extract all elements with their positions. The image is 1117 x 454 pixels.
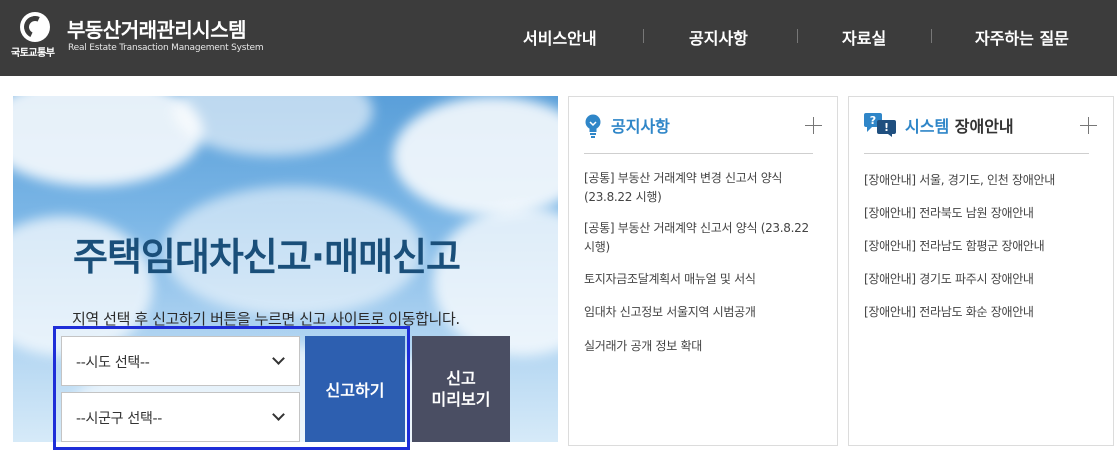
nav-divider bbox=[931, 29, 932, 43]
notice-panel: 공지사항 [공통] 부동산 거래계약 변경 신고서 양식 (23.8.22 시행… bbox=[568, 96, 838, 446]
ministry-name[interactable]: 국토교통부 bbox=[11, 44, 55, 59]
outage-item[interactable]: [장애안내] 서울, 경기도, 인천 장애안내 bbox=[864, 171, 1055, 188]
chevron-down-icon bbox=[272, 352, 285, 365]
panel-divider bbox=[864, 153, 1089, 154]
nav-archive[interactable]: 자료실 bbox=[842, 25, 886, 49]
nav-divider bbox=[797, 29, 798, 43]
cloud-decoration bbox=[393, 96, 558, 216]
outage-item[interactable]: [장애안내] 전라남도 함평군 장애안내 bbox=[864, 237, 1045, 254]
notice-panel-title: 공지사항 bbox=[611, 113, 670, 137]
system-subtitle: Real Estate Transaction Management Syste… bbox=[68, 43, 264, 53]
outage-item[interactable]: [장애안내] 전라남도 화순 장애안내 bbox=[864, 303, 1034, 320]
notice-more-plus-icon[interactable] bbox=[805, 117, 822, 134]
sido-select-value: --시도 선택-- bbox=[76, 355, 150, 371]
notice-item[interactable]: [공통] 부동산 거래계약 신고서 양식 (23.8.22 시행) bbox=[584, 219, 814, 257]
nav-service-guide[interactable]: 서비스안내 bbox=[523, 25, 597, 49]
svg-text:!: ! bbox=[884, 121, 889, 134]
notice-item[interactable]: 토지자금조달계획서 매뉴얼 및 서식 bbox=[584, 270, 814, 289]
nav-faq[interactable]: 자주하는 질문 bbox=[975, 25, 1069, 49]
system-title-rest[interactable]: 장애안내 bbox=[955, 117, 1014, 136]
chevron-down-icon bbox=[272, 408, 285, 421]
system-more-plus-icon[interactable] bbox=[1080, 117, 1097, 134]
notice-item[interactable]: 실거래가 공개 정보 확대 bbox=[584, 337, 814, 356]
notice-title-text[interactable]: 공지사항 bbox=[611, 117, 670, 136]
system-panel-title: 시스템 장애안내 bbox=[905, 113, 1014, 137]
ministry-emblem-icon[interactable] bbox=[20, 12, 50, 42]
nav-divider bbox=[643, 29, 644, 43]
chat-bubble-icon: ? ! bbox=[864, 113, 896, 137]
sido-select[interactable]: --시도 선택-- bbox=[61, 336, 300, 386]
sigungu-select[interactable]: --시군구 선택-- bbox=[61, 392, 300, 442]
notice-item[interactable]: [공통] 부동산 거래계약 변경 신고서 양식 (23.8.22 시행) bbox=[584, 169, 814, 207]
nav-notice[interactable]: 공지사항 bbox=[689, 25, 748, 49]
report-button[interactable]: 신고하기 bbox=[305, 336, 405, 442]
system-title-accent[interactable]: 시스템 bbox=[905, 117, 949, 136]
outage-item[interactable]: [장애안내] 경기도 파주시 장애안내 bbox=[864, 270, 1034, 287]
preview-label-line2: 미리보기 bbox=[431, 390, 491, 409]
hero-title: 주택임대차신고·매매신고 bbox=[73, 235, 461, 279]
system-title[interactable]: 부동산거래관리시스템 bbox=[67, 14, 247, 43]
top-header: 국토교통부 부동산거래관리시스템 Real Estate Transaction… bbox=[0, 0, 1117, 76]
preview-label-line1: 신고 bbox=[446, 369, 476, 388]
notice-item[interactable]: 임대차 신고정보 서울지역 시범공개 bbox=[584, 303, 814, 322]
lightbulb-icon bbox=[585, 114, 601, 138]
sigungu-select-value: --시군구 선택-- bbox=[76, 411, 163, 427]
system-outage-panel: ? ! 시스템 장애안내 [장애안내] 서울, 경기도, 인천 장애안내 [장애… bbox=[848, 96, 1114, 446]
outage-item[interactable]: [장애안내] 전라북도 남원 장애안내 bbox=[864, 204, 1034, 221]
report-preview-button[interactable]: 신고 미리보기 bbox=[412, 336, 510, 442]
panel-divider bbox=[584, 153, 813, 154]
cloud-decoration bbox=[173, 96, 373, 156]
svg-text:?: ? bbox=[870, 114, 876, 127]
